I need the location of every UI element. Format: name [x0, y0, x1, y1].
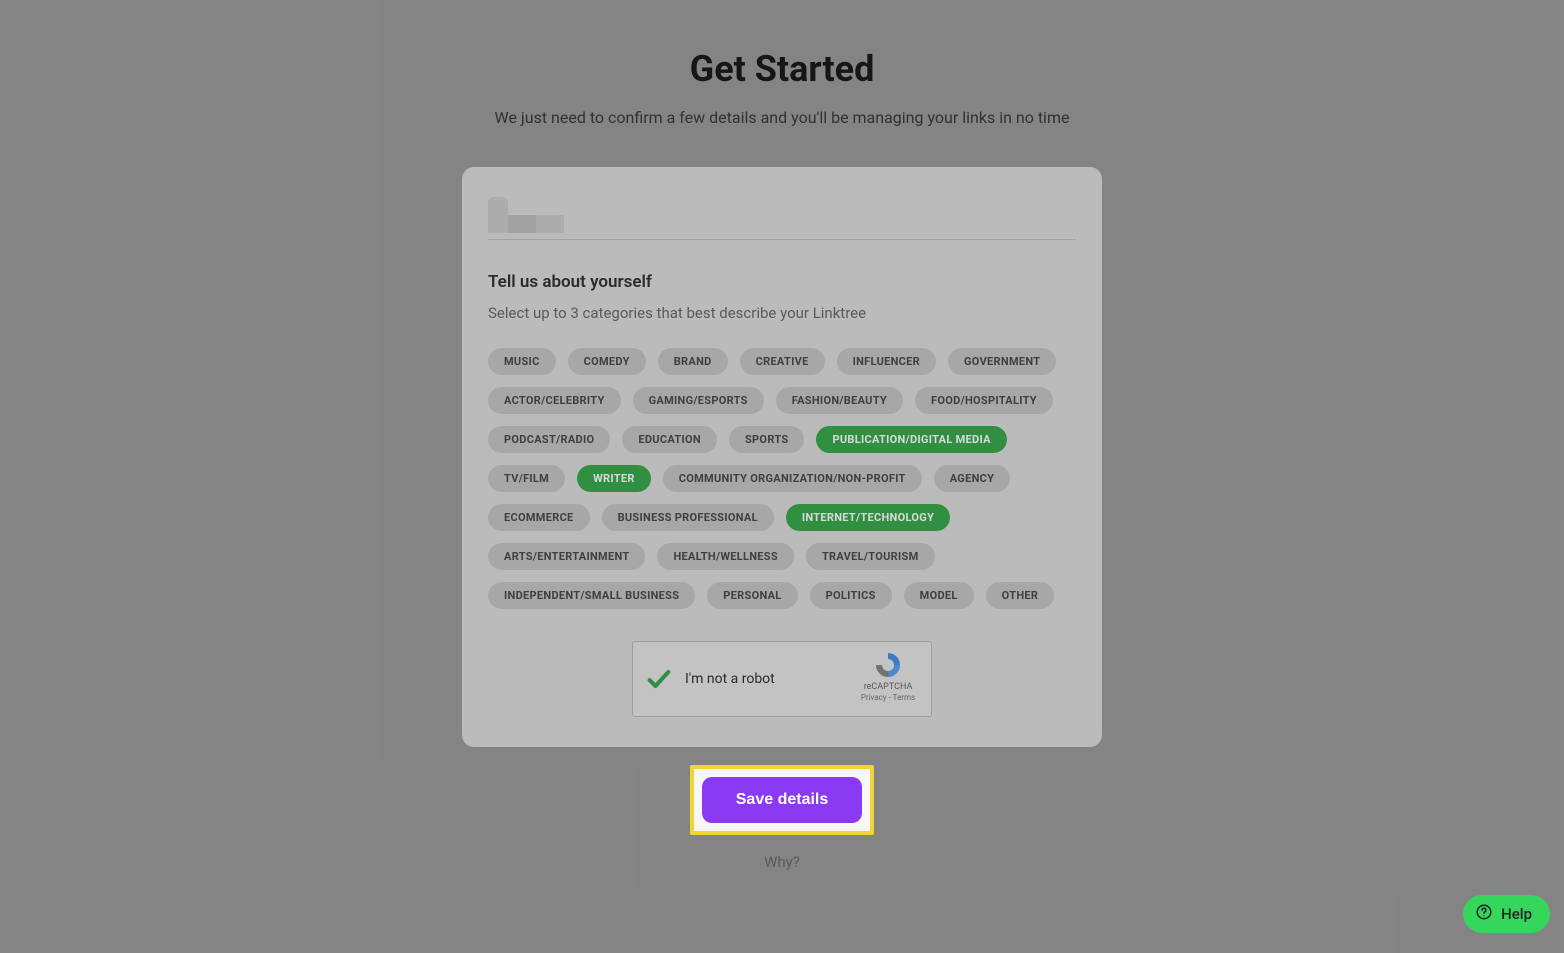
save-details-button[interactable]: Save details: [702, 777, 863, 823]
category-chip[interactable]: PERSONAL: [707, 582, 797, 609]
category-chip[interactable]: WRITER: [577, 465, 651, 492]
category-chip[interactable]: FASHION/BEAUTY: [776, 387, 903, 414]
category-chip[interactable]: ACTOR/CELEBRITY: [488, 387, 621, 414]
divider: [488, 239, 1076, 240]
category-chip[interactable]: PODCAST/RADIO: [488, 426, 610, 453]
category-chip[interactable]: AGENCY: [934, 465, 1011, 492]
category-chip[interactable]: MUSIC: [488, 348, 556, 375]
category-chip[interactable]: ARTS/ENTERTAINMENT: [488, 543, 645, 570]
recaptcha-box[interactable]: I'm not a robot reCAPTCHA Privacy - Term…: [632, 641, 932, 717]
category-chip[interactable]: GOVERNMENT: [948, 348, 1056, 375]
category-chip[interactable]: BUSINESS PROFESSIONAL: [602, 504, 774, 531]
category-chip[interactable]: CREATIVE: [740, 348, 825, 375]
category-chip[interactable]: INDEPENDENT/SMALL BUSINESS: [488, 582, 695, 609]
category-chip[interactable]: HEALTH/WELLNESS: [657, 543, 793, 570]
category-chip[interactable]: POLITICS: [810, 582, 892, 609]
page-title: Get Started: [690, 48, 875, 90]
category-chip[interactable]: FOOD/HOSPITALITY: [915, 387, 1053, 414]
category-chip[interactable]: INTERNET/TECHNOLOGY: [786, 504, 950, 531]
skeleton-placeholder: [488, 197, 1076, 233]
help-icon: [1475, 903, 1493, 925]
category-chips: MUSIC COMEDY BRAND CREATIVE INFLUENCER GOVERN…: [488, 348, 1076, 609]
category-chip[interactable]: OTHER: [986, 582, 1055, 609]
save-highlight-box: Save details: [690, 765, 875, 835]
category-chip[interactable]: COMMUNITY ORGANIZATION/NON-PROFIT: [663, 465, 922, 492]
help-widget[interactable]: Help: [1463, 895, 1550, 933]
help-label: Help: [1501, 905, 1532, 923]
recaptcha-branding: reCAPTCHA Privacy - Terms: [855, 650, 921, 702]
category-chip[interactable]: TRAVEL/TOURISM: [806, 543, 935, 570]
recaptcha-brand-text: reCAPTCHA: [855, 682, 921, 692]
category-chip[interactable]: COMEDY: [568, 348, 646, 375]
category-chip[interactable]: PUBLICATION/DIGITAL MEDIA: [816, 426, 1006, 453]
category-chip[interactable]: ECOMMERCE: [488, 504, 590, 531]
section-heading: Tell us about yourself: [488, 272, 1076, 292]
category-chip[interactable]: BRAND: [658, 348, 728, 375]
checkmark-icon: [645, 665, 673, 693]
category-chip[interactable]: GAMING/ESPORTS: [633, 387, 764, 414]
category-chip[interactable]: MODEL: [904, 582, 974, 609]
section-subheading: Select up to 3 categories that best desc…: [488, 304, 1076, 322]
why-link[interactable]: Why?: [764, 853, 800, 871]
category-chip[interactable]: INFLUENCER: [837, 348, 936, 375]
recaptcha-label: I'm not a robot: [685, 671, 775, 687]
recaptcha-links[interactable]: Privacy - Terms: [855, 693, 921, 702]
page-subtitle: We just need to confirm a few details an…: [495, 108, 1070, 127]
category-chip[interactable]: SPORTS: [729, 426, 804, 453]
category-chip[interactable]: EDUCATION: [622, 426, 717, 453]
recaptcha-icon: [873, 650, 903, 680]
onboarding-card: Tell us about yourself Select up to 3 ca…: [462, 167, 1102, 747]
category-chip[interactable]: TV/FILM: [488, 465, 565, 492]
